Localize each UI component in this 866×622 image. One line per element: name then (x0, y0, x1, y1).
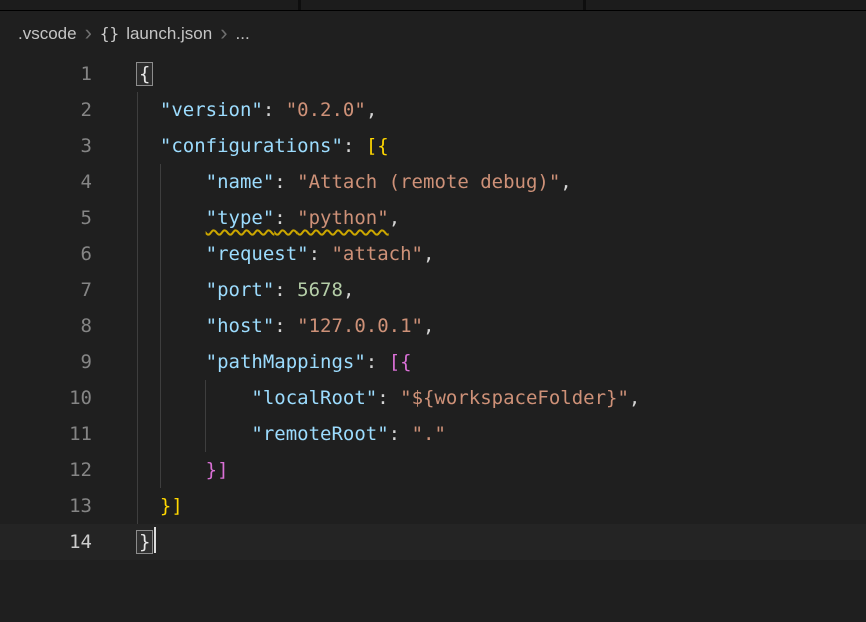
code-token: , (560, 171, 571, 193)
code-token: "." (412, 423, 446, 445)
code-line[interactable]: 8 "host": "127.0.0.1", (0, 308, 866, 344)
code-token (137, 459, 206, 481)
code-token (137, 171, 206, 193)
code-line[interactable]: 13 }] (0, 488, 866, 524)
code-token: : (274, 207, 297, 229)
line-number[interactable]: 13 (0, 488, 92, 524)
code-token: , (343, 279, 354, 301)
code-token: "${workspaceFolder}" (400, 387, 629, 409)
line-number[interactable]: 1 (0, 56, 92, 92)
indent-guide (137, 92, 138, 524)
code-token: "port" (206, 279, 275, 301)
code-token (137, 279, 206, 301)
code-token: "name" (206, 171, 275, 193)
code-token: "configurations" (160, 135, 343, 157)
code-token: , (389, 207, 400, 229)
line-number[interactable]: 3 (0, 128, 92, 164)
code-token: "127.0.0.1" (297, 315, 423, 337)
code-token (137, 387, 251, 409)
tab-top-segment[interactable] (301, 0, 583, 10)
code-token: , (629, 387, 640, 409)
code-token (137, 135, 160, 157)
code-token: { (137, 63, 152, 85)
code-line[interactable]: 10 "localRoot": "${workspaceFolder}", (0, 380, 866, 416)
code-token: , (366, 99, 377, 121)
chevron-right-icon: › (85, 22, 92, 44)
code-token: "Attach (remote debug)" (297, 171, 560, 193)
breadcrumb-more[interactable]: ... (236, 24, 250, 44)
code-token: [{ (389, 351, 412, 373)
breadcrumb-folder[interactable]: .vscode (18, 24, 77, 44)
tab-top-segment[interactable] (0, 0, 298, 10)
indent-guide (160, 164, 161, 488)
line-number[interactable]: 12 (0, 452, 92, 488)
code-token: "attach" (331, 243, 423, 265)
code-token: : (274, 279, 297, 301)
line-number[interactable]: 14 (0, 524, 92, 560)
code-token (137, 423, 251, 445)
code-token: : (377, 387, 400, 409)
line-number[interactable]: 2 (0, 92, 92, 128)
code-token: : (274, 171, 297, 193)
code-line[interactable]: 3 "configurations": [{ (0, 128, 866, 164)
code-token: "remoteRoot" (251, 423, 388, 445)
line-number[interactable]: 10 (0, 380, 92, 416)
line-number[interactable]: 5 (0, 200, 92, 236)
code-token (137, 351, 206, 373)
tab-strip[interactable] (0, 0, 866, 11)
tab-top-segment[interactable] (586, 0, 866, 10)
line-number[interactable]: 9 (0, 344, 92, 380)
code-token: }] (206, 459, 229, 481)
code-token: "pathMappings" (206, 351, 366, 373)
code-token: [{ (366, 135, 389, 157)
code-line[interactable]: 5 "type": "python", (0, 200, 866, 236)
indent-guide (205, 380, 206, 452)
line-number[interactable]: 11 (0, 416, 92, 452)
code-line[interactable]: 9 "pathMappings": [{ (0, 344, 866, 380)
code-token (137, 315, 206, 337)
code-token: "python" (297, 207, 389, 229)
code-line[interactable]: 2 "version": "0.2.0", (0, 92, 866, 128)
code-line[interactable]: 1{ (0, 56, 866, 92)
code-token: : (343, 135, 366, 157)
code-token: 5678 (297, 279, 343, 301)
code-token: "0.2.0" (286, 99, 366, 121)
code-line[interactable]: 7 "port": 5678, (0, 272, 866, 308)
code-token (137, 207, 206, 229)
line-number[interactable]: 7 (0, 272, 92, 308)
json-file-icon: {} (100, 24, 119, 43)
code-token: , (423, 243, 434, 265)
editor[interactable]: 1{2 "version": "0.2.0",3 "configurations… (0, 56, 866, 560)
line-number[interactable]: 4 (0, 164, 92, 200)
line-number[interactable]: 8 (0, 308, 92, 344)
line-number[interactable]: 6 (0, 236, 92, 272)
code-token: : (366, 351, 389, 373)
vscode-window: .vscode › {} launch.json › ... 1{2 "vers… (0, 0, 866, 560)
code-line[interactable]: 12 }] (0, 452, 866, 488)
code-token (137, 243, 206, 265)
code-token: "version" (160, 99, 263, 121)
code-line[interactable]: 14} (0, 524, 866, 560)
chevron-right-icon: › (220, 22, 227, 44)
code-token (137, 495, 160, 517)
breadcrumb: .vscode › {} launch.json › ... (0, 11, 866, 56)
text-cursor (154, 527, 156, 553)
code-token: "localRoot" (251, 387, 377, 409)
code-token: : (389, 423, 412, 445)
code-token (137, 99, 160, 121)
code-token: : (274, 315, 297, 337)
code-token: "request" (206, 243, 309, 265)
breadcrumb-file[interactable]: launch.json (126, 24, 212, 44)
code-token: , (423, 315, 434, 337)
code-token: : (263, 99, 286, 121)
code-token: }] (160, 495, 183, 517)
code-token: "type" (206, 207, 275, 229)
code-token: "host" (206, 315, 275, 337)
code-line[interactable]: 6 "request": "attach", (0, 236, 866, 272)
code-line[interactable]: 4 "name": "Attach (remote debug)", (0, 164, 866, 200)
code-token: : (309, 243, 332, 265)
editor-lines: 1{2 "version": "0.2.0",3 "configurations… (0, 56, 866, 560)
code-token: } (137, 531, 152, 553)
code-line[interactable]: 11 "remoteRoot": "." (0, 416, 866, 452)
